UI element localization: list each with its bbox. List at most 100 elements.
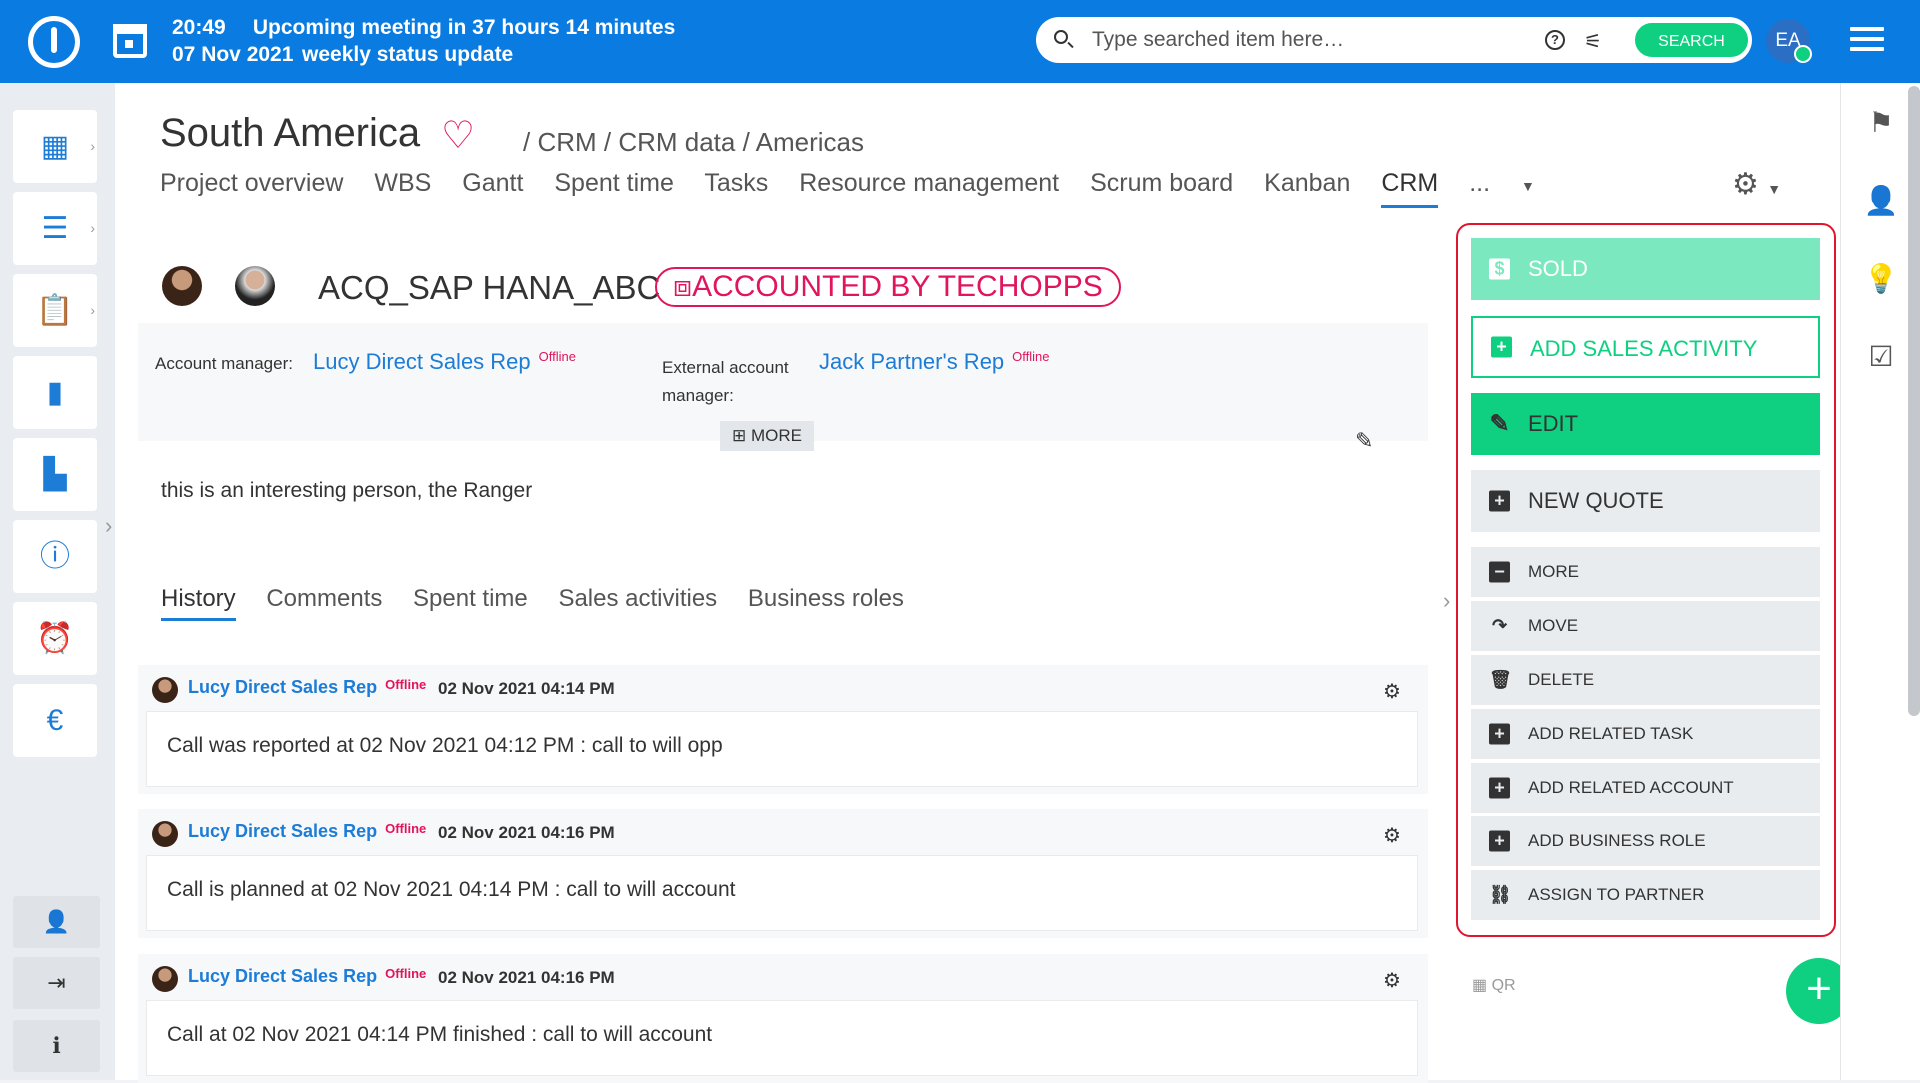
- entry-author[interactable]: Lucy Direct Sales Rep Offline: [188, 821, 426, 842]
- alert-icon[interactable]: ⓘ: [13, 520, 97, 593]
- qr-icon: ▦: [1472, 977, 1488, 994]
- flag-icon[interactable]: ⚑: [1863, 105, 1899, 141]
- add-related-task-button[interactable]: + ADD RELATED TASK: [1471, 709, 1820, 759]
- reports-icon[interactable]: ▙: [13, 438, 97, 511]
- bar-chart-icon[interactable]: ▮: [13, 356, 97, 429]
- tab-crm[interactable]: CRM: [1381, 169, 1439, 208]
- redo-arrow-icon: ↷: [1491, 615, 1508, 636]
- qr-link[interactable]: ▦ QR: [1472, 975, 1516, 995]
- add-sales-activity-button[interactable]: + ADD SALES ACTIVITY: [1471, 316, 1820, 378]
- qr-label: QR: [1491, 977, 1516, 994]
- upcoming-meeting[interactable]: 20:49 Upcoming meeting in 37 hours 14 mi…: [172, 14, 675, 68]
- expand-sidebar-icon[interactable]: ›: [105, 513, 112, 539]
- edit-button[interactable]: ✎ EDIT: [1471, 393, 1820, 455]
- tabs-more[interactable]: ...: [1469, 169, 1490, 197]
- tab-sales-activities[interactable]: Sales activities: [558, 585, 717, 612]
- user-search-icon[interactable]: 👤: [1863, 183, 1899, 219]
- new-quote-label: NEW QUOTE: [1528, 488, 1664, 513]
- sold-button[interactable]: $ SOLD: [1471, 238, 1820, 300]
- delete-button[interactable]: 🗑 DELETE: [1471, 655, 1820, 705]
- add-business-role-button[interactable]: + ADD BUSINESS ROLE: [1471, 816, 1820, 866]
- entry-author-status: Offline: [385, 966, 427, 981]
- avatar: [152, 677, 178, 703]
- tab-history[interactable]: History: [161, 585, 236, 621]
- add-business-role-label: ADD BUSINESS ROLE: [1528, 831, 1706, 850]
- assign-to-partner-button[interactable]: ⛓ ASSIGN TO PARTNER: [1471, 870, 1820, 920]
- tab-kanban[interactable]: Kanban: [1264, 169, 1350, 197]
- tab-spent-time[interactable]: Spent time: [413, 585, 528, 612]
- sold-label: SOLD: [1528, 256, 1588, 281]
- lightbulb-icon[interactable]: 💡: [1863, 261, 1899, 297]
- entry-author-name: Lucy Direct Sales Rep: [188, 677, 378, 697]
- entry-author-name: Lucy Direct Sales Rep: [188, 966, 378, 986]
- more-label: MORE: [1528, 562, 1579, 581]
- chevron-right-icon: ›: [90, 138, 95, 154]
- tab-spent-time[interactable]: Spent time: [554, 169, 674, 197]
- calendar-icon[interactable]: [113, 24, 147, 58]
- entry-settings-gear-icon[interactable]: ⚙: [1383, 823, 1401, 848]
- money-icon: $: [1489, 258, 1510, 280]
- entry-settings-gear-icon[interactable]: ⚙: [1383, 968, 1401, 993]
- status-badge[interactable]: ⧈ACCOUNTED BY TECHOPPS: [655, 267, 1121, 307]
- add-related-account-button[interactable]: + ADD RELATED ACCOUNT: [1471, 763, 1820, 813]
- edit-pencil-icon[interactable]: ✎: [1355, 428, 1373, 454]
- breadcrumb[interactable]: / CRM / CRM data / Americas: [523, 127, 864, 158]
- chevron-down-icon[interactable]: ▼: [1521, 178, 1535, 194]
- edit-label: EDIT: [1528, 411, 1579, 436]
- euro-icon[interactable]: €: [13, 684, 97, 757]
- login-icon[interactable]: ⇥: [13, 957, 100, 1009]
- entry-settings-gear-icon[interactable]: ⚙: [1383, 679, 1401, 704]
- entry-author[interactable]: Lucy Direct Sales Rep Offline: [188, 677, 426, 698]
- search-input[interactable]: [1092, 25, 1572, 55]
- tree-icon[interactable]: ☰ ›: [13, 192, 97, 265]
- tab-resource-management[interactable]: Resource management: [799, 169, 1059, 197]
- entry-author[interactable]: Lucy Direct Sales Rep Offline: [188, 966, 426, 987]
- trash-icon: 🗑: [1489, 669, 1512, 690]
- external-manager-name: Jack Partner's Rep: [819, 349, 1005, 374]
- badge-icon: ⧈: [673, 270, 693, 303]
- add-related-task-label: ADD RELATED TASK: [1528, 724, 1694, 743]
- minus-icon: −: [1489, 561, 1510, 583]
- external-manager-status: Offline: [1012, 349, 1050, 364]
- more-button[interactable]: − MORE: [1471, 547, 1820, 597]
- tab-comments[interactable]: Comments: [266, 585, 382, 612]
- left-sidebar: ▦ › ☰ › 📋 › ▮ ▙ ⓘ ⏰ € › 👤 ⇥ ℹ: [0, 83, 115, 1080]
- entry-author-status: Offline: [385, 821, 427, 836]
- app-logo-icon[interactable]: [28, 16, 80, 68]
- user-avatar[interactable]: EA: [1766, 19, 1812, 63]
- alarm-icon[interactable]: ⏰: [13, 602, 97, 675]
- tab-tasks[interactable]: Tasks: [704, 169, 768, 197]
- search-icon: [1054, 30, 1068, 44]
- new-quote-button[interactable]: + NEW QUOTE: [1471, 470, 1820, 532]
- delete-label: DELETE: [1528, 670, 1595, 689]
- menu-icon[interactable]: [1850, 27, 1884, 53]
- actions-panel: $ SOLD + ADD SALES ACTIVITY ✎ EDIT + NEW QUO…: [1456, 223, 1836, 937]
- collapse-sidebar-icon[interactable]: ›: [1443, 588, 1450, 614]
- tab-wbs[interactable]: WBS: [374, 169, 431, 197]
- dashboard-icon[interactable]: ▦ ›: [13, 110, 97, 183]
- plus-icon: +: [1489, 723, 1510, 745]
- info-icon[interactable]: ℹ: [13, 1020, 100, 1072]
- tab-project-overview[interactable]: Project overview: [160, 169, 343, 197]
- filter-icon[interactable]: ⚟: [1584, 29, 1602, 54]
- history-entry: Lucy Direct Sales Rep Offline 02 Nov 2021…: [138, 954, 1428, 1083]
- clipboard-icon[interactable]: 📋 ›: [13, 274, 97, 347]
- move-label: MOVE: [1528, 616, 1579, 635]
- tab-business-roles[interactable]: Business roles: [748, 585, 904, 612]
- move-button[interactable]: ↷ MOVE: [1471, 601, 1820, 651]
- history-entry: Lucy Direct Sales Rep Offline 02 Nov 2021…: [138, 665, 1428, 794]
- more-attributes-button[interactable]: ⊞ MORE: [720, 421, 814, 451]
- external-manager-link[interactable]: Jack Partner's Rep Offline: [819, 349, 1050, 375]
- search-button[interactable]: SEARCH: [1633, 21, 1750, 59]
- account-manager-link[interactable]: Lucy Direct Sales Rep Offline: [313, 349, 576, 375]
- checklist-icon[interactable]: ☑: [1863, 339, 1899, 375]
- scrollbar[interactable]: [1908, 86, 1920, 716]
- tab-gantt[interactable]: Gantt: [462, 169, 523, 197]
- add-user-icon[interactable]: 👤: [13, 896, 100, 948]
- project-settings-gear-icon[interactable]: ⚙ ▼: [1732, 167, 1781, 202]
- help-icon[interactable]: ?: [1545, 30, 1565, 50]
- favorite-heart-icon[interactable]: ♡: [441, 113, 475, 158]
- pencil-icon: ✎: [1489, 410, 1510, 438]
- tab-scrum-board[interactable]: Scrum board: [1090, 169, 1233, 197]
- add-sales-activity-label: ADD SALES ACTIVITY: [1530, 336, 1758, 361]
